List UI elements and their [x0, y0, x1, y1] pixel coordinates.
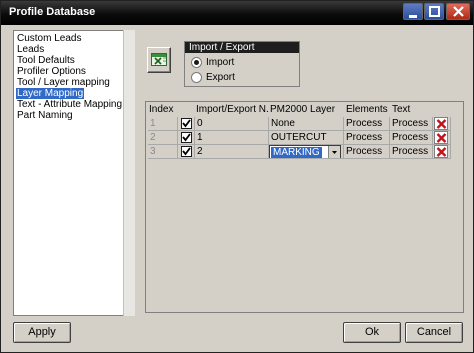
- delete-icon: [436, 119, 447, 129]
- delete-cell[interactable]: [433, 117, 451, 131]
- tree-item-tool-defaults[interactable]: Tool Defaults: [16, 55, 76, 66]
- enabled-cell[interactable]: [178, 145, 195, 159]
- layer-cell[interactable]: None: [269, 117, 344, 131]
- minimize-icon: [409, 15, 417, 18]
- window-title: Profile Database: [9, 6, 96, 18]
- import-radio[interactable]: [191, 56, 202, 68]
- title-bar[interactable]: Profile Database: [1, 1, 473, 25]
- tree-item-layer-mapping[interactable]: Layer Mapping: [16, 88, 85, 99]
- chevron-down-icon: [332, 151, 337, 154]
- tree-item-profiler-options[interactable]: Profiler Options: [16, 66, 87, 77]
- delete-row-button[interactable]: [434, 145, 448, 158]
- text-cell[interactable]: Process: [390, 145, 433, 159]
- elements-cell[interactable]: Process: [344, 145, 390, 159]
- profile-database-window: Profile Database Custom Leads Leads Tool…: [0, 0, 474, 353]
- export-label: Export: [206, 71, 235, 83]
- tree-item-text-attribute-mapping[interactable]: Text - Attribute Mapping: [16, 99, 123, 110]
- enabled-cell[interactable]: [178, 117, 195, 131]
- import-label: Import: [206, 56, 235, 68]
- tree-item-tool-layer-mapping[interactable]: Tool / Layer mapping: [16, 77, 111, 88]
- elements-cell[interactable]: Process: [344, 131, 390, 145]
- delete-cell[interactable]: [433, 145, 451, 159]
- import-name-cell[interactable]: 1: [195, 131, 269, 145]
- dropdown-arrow-button[interactable]: [328, 146, 340, 158]
- close-button[interactable]: [446, 3, 470, 20]
- maximize-button[interactable]: [424, 3, 444, 20]
- enabled-checkbox[interactable]: [181, 132, 192, 143]
- minimize-button[interactable]: [403, 3, 423, 20]
- column-header-import-export-name[interactable]: Import/Export N...: [196, 104, 268, 116]
- tree-item-leads[interactable]: Leads: [16, 44, 45, 55]
- column-header-text[interactable]: Text: [392, 104, 432, 116]
- enabled-checkbox[interactable]: [181, 146, 192, 157]
- delete-row-button[interactable]: [434, 131, 448, 144]
- layer-dropdown-value: MARKING: [271, 147, 322, 158]
- checkmark-icon: [182, 133, 191, 142]
- layer-cell[interactable]: OUTERCUT: [269, 131, 344, 145]
- delete-icon: [436, 133, 447, 143]
- settings-tree[interactable]: Custom Leads Leads Tool Defaults Profile…: [13, 30, 133, 316]
- tree-item-custom-leads[interactable]: Custom Leads: [16, 33, 82, 44]
- table-row[interactable]: 2 1 OUTERCUT Process Process: [148, 131, 461, 145]
- tree-scrollbar[interactable]: [123, 30, 135, 316]
- delete-cell[interactable]: [433, 131, 451, 145]
- cancel-button[interactable]: Cancel: [405, 322, 463, 343]
- ok-button[interactable]: Ok: [343, 322, 401, 343]
- import-export-title: Import / Export: [185, 42, 299, 53]
- row-index: 1: [148, 117, 178, 131]
- enabled-cell[interactable]: [178, 131, 195, 145]
- layer-cell[interactable]: MARKING: [269, 145, 344, 159]
- text-cell[interactable]: Process: [390, 117, 433, 131]
- checkmark-icon: [182, 119, 191, 128]
- column-header-index[interactable]: Index: [149, 104, 193, 116]
- text-cell[interactable]: Process: [390, 131, 433, 145]
- delete-icon: [436, 147, 447, 157]
- export-radio-option[interactable]: Export: [191, 70, 235, 84]
- layer-dropdown[interactable]: MARKING: [269, 145, 341, 158]
- column-header-elements[interactable]: Elements: [346, 104, 390, 116]
- import-radio-option[interactable]: Import: [191, 55, 234, 69]
- layer-mapping-grid[interactable]: Index Import/Export N... PM2000 Layer El…: [145, 101, 464, 313]
- maximize-icon: [429, 6, 440, 17]
- tree-item-part-naming[interactable]: Part Naming: [16, 110, 74, 121]
- spreadsheet-icon: [151, 53, 167, 66]
- delete-row-button[interactable]: [434, 117, 448, 130]
- row-index: 2: [148, 131, 178, 145]
- import-export-group: Import / Export Import Export: [184, 41, 300, 87]
- export-radio[interactable]: [191, 71, 202, 83]
- close-icon: [453, 6, 464, 17]
- import-name-cell[interactable]: 2: [195, 145, 269, 159]
- import-name-cell[interactable]: 0: [195, 117, 269, 131]
- table-row[interactable]: 1 0 None Process Process: [148, 117, 461, 131]
- apply-button[interactable]: Apply: [13, 322, 71, 343]
- column-header-pm2000-layer[interactable]: PM2000 Layer: [270, 104, 342, 116]
- import-spreadsheet-button[interactable]: [147, 47, 171, 73]
- elements-cell[interactable]: Process: [344, 117, 390, 131]
- enabled-checkbox[interactable]: [181, 118, 192, 129]
- row-index: 3: [148, 145, 178, 159]
- checkmark-icon: [182, 147, 191, 156]
- table-row[interactable]: 3 2 MARKING Process Process: [148, 145, 461, 159]
